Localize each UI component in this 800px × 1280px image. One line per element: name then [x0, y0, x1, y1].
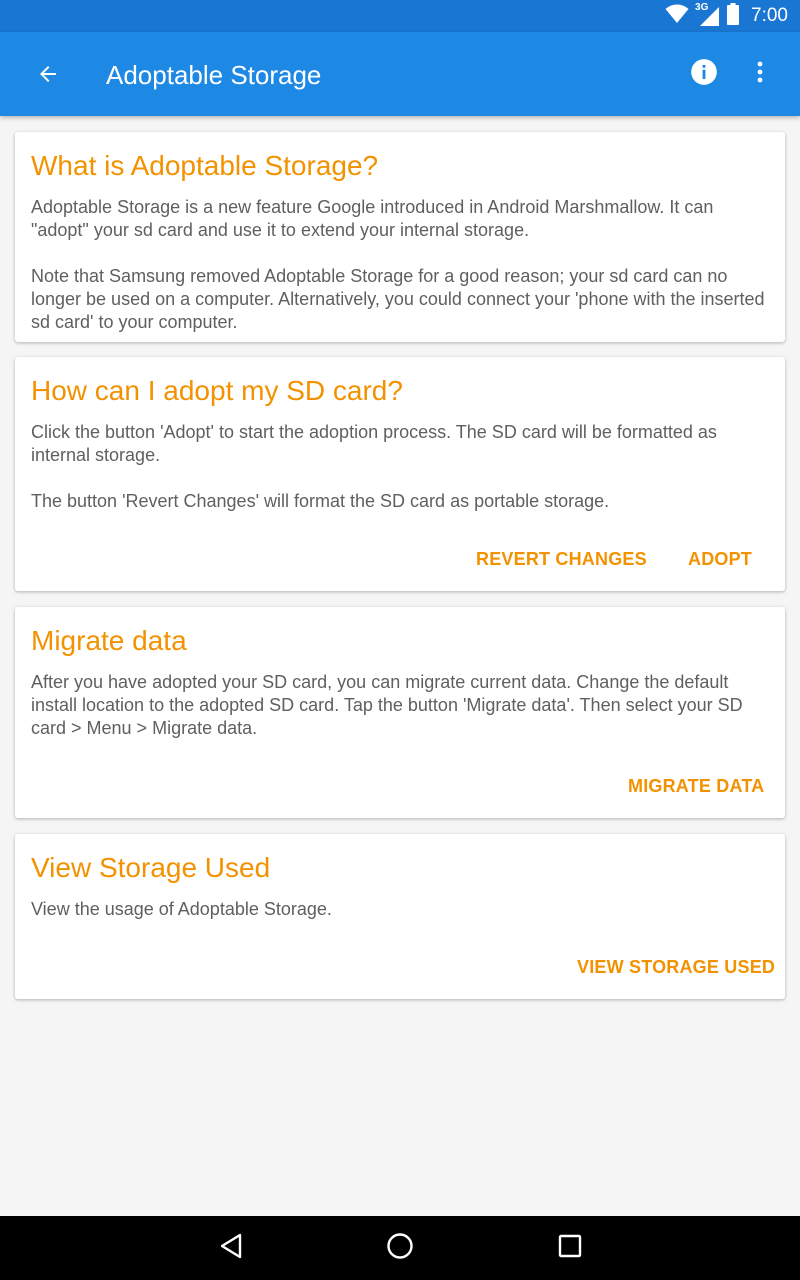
card-paragraph: Adoptable Storage is a new feature Googl…	[31, 197, 714, 240]
card-paragraph: After you have adopted your SD card, you…	[31, 672, 743, 738]
view-storage-used-button[interactable]: VIEW STORAGE USED	[577, 957, 775, 978]
info-button[interactable]	[680, 50, 728, 98]
back-button[interactable]	[24, 52, 72, 100]
status-bar: 3G 7:00	[0, 0, 800, 32]
info-icon	[690, 58, 718, 91]
home-circle-icon	[386, 1232, 414, 1265]
status-time: 7:00	[751, 5, 788, 26]
card-paragraph: Click the button 'Adopt' to start the ad…	[31, 422, 717, 465]
recents-square-icon	[558, 1234, 582, 1263]
cellular-signal-icon: 3G	[695, 2, 721, 27]
overflow-menu-button[interactable]	[736, 50, 784, 98]
card-what-is-adoptable-storage: What is Adoptable Storage? Adoptable Sto…	[15, 132, 785, 342]
page-title: Adoptable Storage	[106, 60, 322, 90]
adopt-button[interactable]: ADOPT	[688, 549, 752, 570]
card-paragraph: Note that Samsung removed Adoptable Stor…	[31, 266, 765, 332]
card-title: What is Adoptable Storage?	[31, 150, 379, 181]
card-paragraph: View the usage of Adoptable Storage.	[31, 899, 332, 919]
card-view-storage-used: View Storage Used View the usage of Adop…	[15, 834, 785, 999]
card-title: View Storage Used	[31, 852, 271, 883]
back-triangle-icon	[219, 1233, 243, 1264]
navigation-bar	[0, 1216, 800, 1280]
more-vert-icon	[756, 60, 764, 89]
card-how-to-adopt: How can I adopt my SD card? Click the bu…	[15, 357, 785, 591]
revert-changes-button[interactable]: REVERT CHANGES	[476, 549, 647, 570]
back-arrow-icon	[36, 62, 60, 91]
status-icons: 3G 7:00	[665, 0, 788, 32]
card-migrate-data: Migrate data After you have adopted your…	[15, 607, 785, 818]
migrate-data-button[interactable]: MIGRATE DATA	[628, 776, 764, 797]
battery-icon	[727, 2, 740, 30]
wifi-icon	[665, 4, 689, 29]
card-paragraph: The button 'Revert Changes' will format …	[31, 491, 610, 511]
card-title: Migrate data	[31, 625, 187, 656]
content-area: What is Adoptable Storage? Adoptable Sto…	[0, 116, 800, 1216]
nav-home-button[interactable]	[376, 1224, 424, 1272]
app-bar: Adoptable Storage	[0, 32, 800, 116]
nav-back-button[interactable]	[207, 1224, 255, 1272]
nav-recents-button[interactable]	[546, 1224, 594, 1272]
card-title: How can I adopt my SD card?	[31, 375, 403, 406]
